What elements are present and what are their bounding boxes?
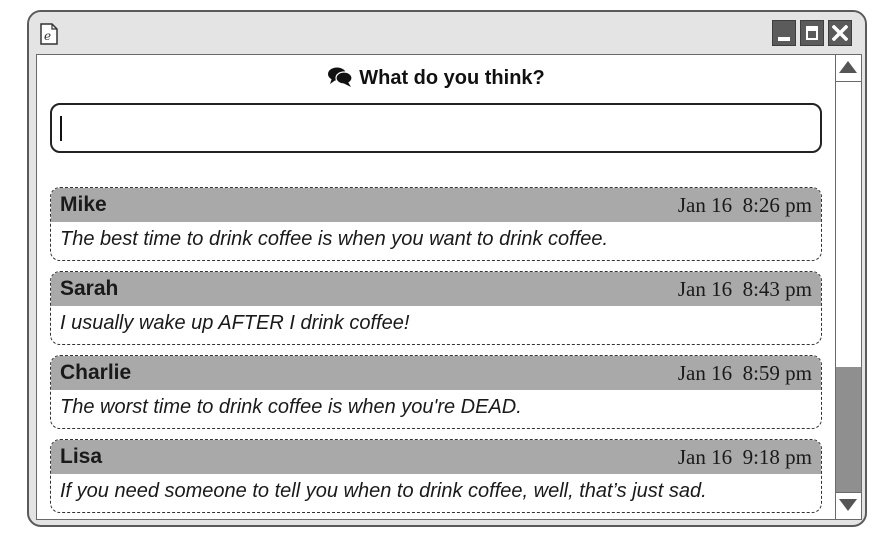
minimize-button[interactable] (772, 20, 796, 46)
svg-text:e: e (44, 29, 51, 43)
scroll-down-button[interactable] (836, 492, 861, 519)
comment-author[interactable]: Lisa (60, 445, 102, 469)
comment-card: Sarah Jan 16 8:43 pm I usually wake up A… (50, 271, 822, 345)
scroll-thumb[interactable] (836, 367, 861, 493)
comment-text: The best time to drink coffee is when yo… (60, 228, 609, 250)
comment-text: The worst time to drink coffee is when y… (60, 396, 522, 418)
document-e-icon: e (40, 23, 58, 45)
comment-timestamp: Jan 16 9:18 pm (677, 445, 812, 469)
prompt-text: What do you think? (359, 67, 545, 89)
comment-card: Mike Jan 16 8:26 pm The best time to dri… (50, 187, 822, 261)
page-content: What do you think? Mike Jan 16 8:26 pm T… (36, 54, 836, 520)
text-caret (60, 116, 62, 141)
close-button[interactable] (828, 20, 852, 46)
comment-card: Charlie Jan 16 8:59 pm The worst time to… (50, 355, 822, 429)
comment-timestamp: Jan 16 8:43 pm (677, 277, 812, 301)
chat-bubbles-icon (328, 67, 353, 87)
scroll-up-button[interactable] (836, 55, 861, 82)
triangle-down-icon (839, 499, 857, 511)
comment-author[interactable]: Mike (60, 193, 107, 217)
vertical-scrollbar[interactable] (836, 54, 862, 520)
comment-card: Lisa Jan 16 9:18 pm If you need someone … (50, 439, 822, 513)
comment-text: If you need someone to tell you when to … (60, 480, 707, 502)
comment-input[interactable] (50, 103, 822, 153)
close-icon (832, 25, 848, 41)
comment-timestamp: Jan 16 8:59 pm (677, 361, 812, 385)
comment-timestamp: Jan 16 8:26 pm (677, 193, 812, 217)
comment-header: Mike Jan 16 8:26 pm (51, 188, 821, 222)
comment-author[interactable]: Charlie (60, 361, 131, 385)
triangle-up-icon (839, 61, 857, 73)
comment-text: I usually wake up AFTER I drink coffee! (60, 312, 410, 334)
comment-header: Sarah Jan 16 8:43 pm (51, 272, 821, 306)
comment-header: Charlie Jan 16 8:59 pm (51, 356, 821, 390)
comment-header: Lisa Jan 16 9:18 pm (51, 440, 821, 474)
browser-window: e What do you think? Mike Jan 16 8:26 pm… (27, 10, 867, 527)
title-bar[interactable]: e (29, 12, 865, 54)
maximize-button[interactable] (800, 20, 824, 46)
prompt-heading: What do you think? (37, 65, 835, 91)
comment-author[interactable]: Sarah (60, 277, 118, 301)
